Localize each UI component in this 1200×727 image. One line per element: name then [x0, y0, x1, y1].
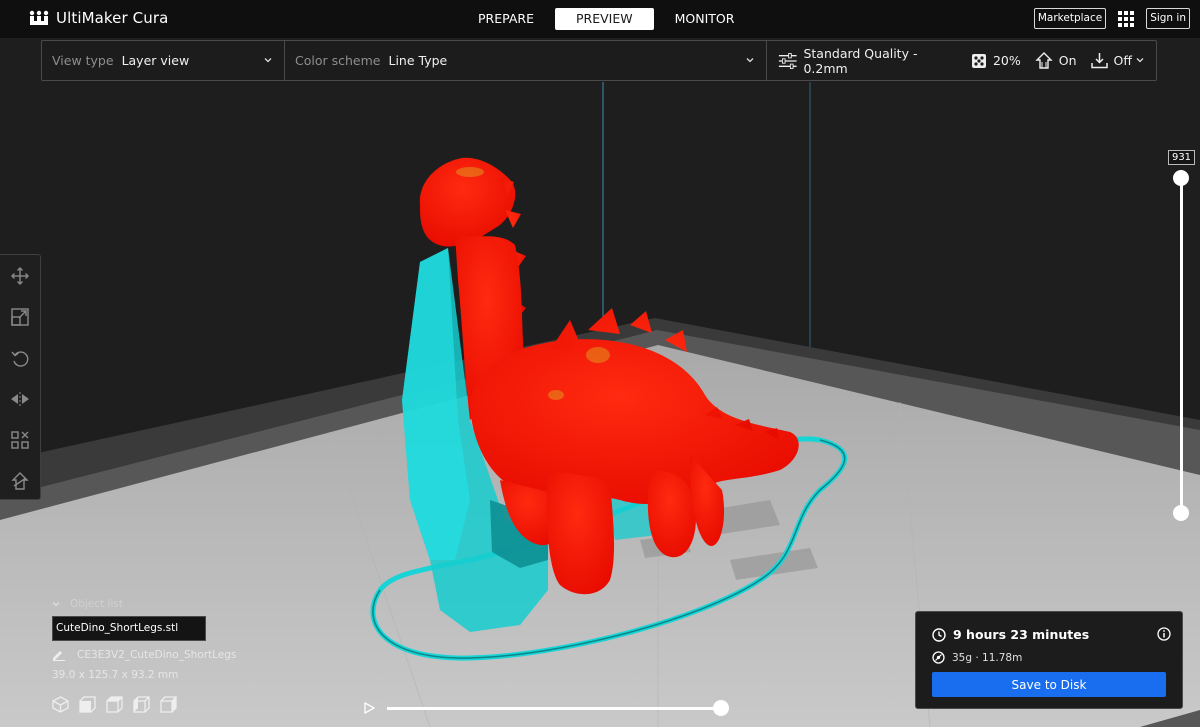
print-time: 9 hours 23 minutes	[953, 627, 1090, 642]
layer-number-input[interactable]: 931	[1168, 150, 1195, 165]
layer-slider-top-handle[interactable]	[1173, 170, 1189, 186]
3d-view-icon[interactable]	[52, 696, 69, 713]
path-slider-track[interactable]	[387, 707, 722, 710]
adhesion-icon	[1090, 53, 1108, 69]
material-usage: 35g · 11.78m	[952, 651, 1023, 664]
left-toolbar	[0, 254, 41, 500]
material-row: 35g · 11.78m	[932, 651, 1022, 664]
view-type-value: Layer view	[121, 53, 190, 68]
color-scheme-label: Color scheme	[295, 53, 381, 68]
spool-icon	[932, 651, 945, 664]
print-time-row: 9 hours 23 minutes	[932, 627, 1089, 642]
clock-icon	[932, 627, 946, 642]
topbar-actions: Marketplace Sign in	[1033, 8, 1190, 29]
color-scheme-value: Line Type	[388, 53, 448, 68]
play-icon[interactable]	[363, 702, 375, 714]
ultimaker-logo-icon	[29, 10, 49, 25]
print-info-panel: 9 hours 23 minutes 35g · 11.78m Save to …	[915, 611, 1183, 709]
view-settings-bar: View type Layer view Color scheme Line T…	[41, 40, 1157, 81]
layer-slider-bottom-handle[interactable]	[1173, 505, 1189, 521]
stage-tabs: PREPARE PREVIEW MONITOR	[457, 8, 755, 30]
object-list-header: Object list	[70, 598, 123, 610]
chevron-down-icon	[264, 58, 272, 63]
object-list-panel: Object list CuteDino_ShortLegs.stl CE3E3…	[52, 598, 236, 713]
color-scheme-dropdown[interactable]: Color scheme Line Type	[285, 41, 767, 80]
pencil-icon	[53, 651, 65, 661]
app-logo: UltiMaker Cura	[28, 9, 168, 27]
print-settings-dropdown[interactable]: Standard Quality - 0.2mm 20% On Off	[767, 41, 1156, 80]
chevron-down-icon	[52, 602, 60, 607]
app-title: UltiMaker Cura	[56, 9, 169, 27]
right-view-icon[interactable]	[160, 696, 177, 713]
object-list-item[interactable]: CuteDino_ShortLegs.stl	[52, 616, 206, 641]
path-slider-handle[interactable]	[713, 700, 729, 716]
chevron-down-icon	[1136, 58, 1144, 63]
adhesion-value: Off	[1113, 53, 1132, 68]
rotate-icon[interactable]	[10, 347, 30, 369]
job-name-row[interactable]: CE3E3V2_CuteDino_ShortLegs	[52, 649, 236, 661]
view-type-label: View type	[52, 53, 114, 68]
support-blocker-icon[interactable]	[10, 470, 30, 492]
sign-in-button[interactable]: Sign in	[1146, 8, 1190, 29]
chevron-down-icon	[746, 58, 754, 63]
apps-grid-icon[interactable]	[1118, 10, 1135, 27]
job-name: CE3E3V2_CuteDino_ShortLegs	[77, 649, 237, 661]
tab-preview[interactable]: PREVIEW	[555, 8, 654, 30]
sliders-icon	[778, 52, 797, 69]
front-view-icon[interactable]	[79, 696, 96, 713]
support-value: On	[1058, 53, 1077, 68]
camera-views	[52, 696, 236, 713]
top-bar: UltiMaker Cura PREPARE PREVIEW MONITOR M…	[0, 0, 1200, 38]
view-type-dropdown[interactable]: View type Layer view	[42, 41, 285, 80]
infill-value: 20%	[992, 53, 1021, 68]
left-view-icon[interactable]	[133, 696, 150, 713]
per-model-settings-icon[interactable]	[10, 429, 30, 451]
scale-icon[interactable]	[10, 306, 30, 328]
model-dimensions: 39.0 x 125.7 x 93.2 mm	[52, 669, 179, 681]
info-icon[interactable]	[1157, 627, 1171, 641]
support-icon	[1035, 52, 1053, 69]
marketplace-button[interactable]: Marketplace	[1033, 8, 1107, 29]
move-icon[interactable]	[10, 265, 30, 287]
object-list-toggle[interactable]: Object list	[52, 598, 236, 610]
top-view-icon[interactable]	[106, 696, 123, 713]
save-to-disk-button[interactable]: Save to Disk	[932, 672, 1166, 697]
infill-icon	[971, 53, 986, 68]
quality-profile: Standard Quality - 0.2mm	[803, 45, 918, 76]
layer-slider-track[interactable]	[1180, 178, 1183, 513]
tab-prepare[interactable]: PREPARE	[457, 8, 555, 30]
mirror-icon[interactable]	[10, 388, 30, 410]
tab-monitor[interactable]: MONITOR	[654, 8, 756, 30]
